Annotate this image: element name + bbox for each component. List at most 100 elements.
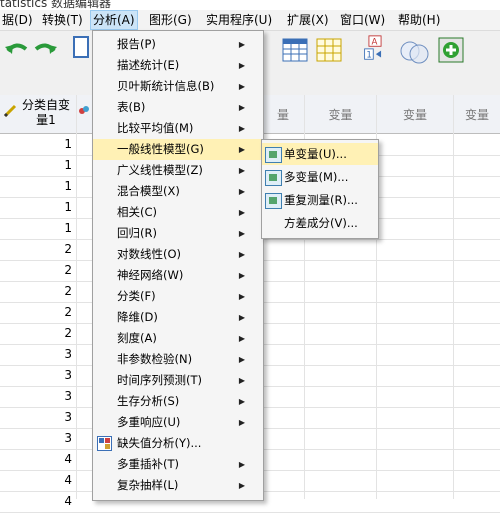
table-cell[interactable]: 2 (0, 326, 72, 340)
menu-item-label: 分类(F) (117, 289, 156, 303)
menu-item-survival[interactable]: 生存分析(S) ▶ (93, 391, 263, 412)
column-header-var-a[interactable]: 量 (262, 95, 305, 133)
menu-item-classify[interactable]: 分类(F) ▶ (93, 286, 263, 307)
menu-item-complex-samples[interactable]: 复杂抽样(L) ▶ (93, 475, 263, 496)
table-cell[interactable]: 3 (0, 368, 72, 382)
column-header-var-c[interactable]: 变量 (377, 95, 454, 133)
table-cell[interactable]: 2 (0, 242, 72, 256)
submenu-arrow-icon: ▶ (238, 40, 245, 49)
menu-item-label: 表(B) (117, 100, 146, 114)
table-cell[interactable]: 1 (0, 200, 72, 214)
table-cell[interactable]: 1 (0, 179, 72, 193)
submenu-arrow-icon: ▶ (238, 82, 245, 91)
column-header-label: 变量 (464, 108, 489, 122)
goto-case-icon[interactable] (72, 35, 90, 61)
menu-item-multiple-imputation[interactable]: 多重插补(T) ▶ (93, 454, 263, 475)
menu-item-multiple-response[interactable]: 多重响应(U) ▶ (93, 412, 263, 433)
menu-item-general-linear-model[interactable]: 一般线性模型(G) ▶ (93, 139, 263, 160)
value-labels-icon[interactable] (316, 37, 342, 63)
menu-item-label: 单变量(U)... (284, 147, 347, 161)
submenu-arrow-icon: ▶ (238, 376, 245, 385)
menu-graphs[interactable]: 图形(G) (147, 10, 194, 30)
undo-icon[interactable] (4, 37, 30, 63)
menu-item-compare-means[interactable]: 比较平均值(M) ▶ (93, 118, 263, 139)
column-header-var2[interactable] (76, 95, 93, 133)
table-cell[interactable]: 2 (0, 284, 72, 298)
table-cell[interactable]: 1 (0, 221, 72, 235)
menu-item-label: 多重响应(U) (117, 415, 181, 429)
submenu-arrow-icon: ▶ (238, 61, 245, 70)
column-header-label: 变量 (402, 108, 427, 122)
menu-item-generalized-linear-models[interactable]: 广义线性模型(Z) ▶ (93, 160, 263, 181)
menu-item-correlate[interactable]: 相关(C) ▶ (93, 202, 263, 223)
menu-help[interactable]: 帮助(H) (396, 10, 442, 30)
table-cell[interactable]: 2 (0, 263, 72, 277)
menu-item-regression[interactable]: 回归(R) ▶ (93, 223, 263, 244)
add-icon[interactable] (438, 37, 464, 63)
table-cell[interactable]: 4 (0, 473, 72, 487)
menu-item-dimension-reduction[interactable]: 降维(D) ▶ (93, 307, 263, 328)
menu-item-label: 广义线性模型(Z) (117, 163, 203, 177)
menu-analyze[interactable]: 分析(A) (90, 10, 138, 30)
split-file-icon[interactable]: A 1 (362, 35, 388, 61)
submenu-arrow-icon: ▶ (238, 460, 245, 469)
menu-item-tables[interactable]: 表(B) ▶ (93, 97, 263, 118)
menu-item-label: 相关(C) (117, 205, 158, 219)
submenu-arrow-icon: ▶ (238, 355, 245, 364)
menu-item-label: 回归(R) (117, 226, 157, 240)
data-grid-icon[interactable] (282, 37, 308, 63)
menu-item-variance-components[interactable]: 方差成分(V)... (262, 212, 378, 234)
menu-transform[interactable]: 转换(T) (40, 10, 85, 30)
menu-item-descriptive-statistics[interactable]: 描述统计(E) ▶ (93, 55, 263, 76)
submenu-arrow-icon: ▶ (238, 397, 245, 406)
menu-item-neural-networks[interactable]: 神经网络(W) ▶ (93, 265, 263, 286)
svg-text:A: A (372, 38, 378, 48)
menu-item-label: 降维(D) (117, 310, 158, 324)
table-cell[interactable]: 1 (0, 158, 72, 172)
table-cell[interactable]: 4 (0, 494, 72, 508)
submenu-arrow-icon: ▶ (238, 418, 245, 427)
submenu-arrow-icon: ▶ (238, 208, 245, 217)
submenu-arrow-icon: ▶ (238, 334, 245, 343)
column-header-var1[interactable]: 分类自变量1 (0, 95, 77, 133)
use-sets-icon[interactable] (398, 39, 432, 65)
menu-window[interactable]: 窗口(W) (338, 10, 387, 30)
menu-item-reports[interactable]: 报告(P) ▶ (93, 34, 263, 55)
menu-item-loglinear[interactable]: 对数线性(O) ▶ (93, 244, 263, 265)
missing-value-icon (97, 436, 112, 451)
submenu-arrow-icon: ▶ (238, 292, 245, 301)
menu-item-missing-value-analysis[interactable]: 缺失值分析(Y)... (93, 433, 263, 454)
submenu-arrow-icon: ▶ (238, 187, 245, 196)
table-cell[interactable]: 2 (0, 305, 72, 319)
menu-utilities[interactable]: 实用程序(U) (204, 10, 274, 30)
menu-item-repeated-measures[interactable]: 重复测量(R)... (262, 189, 378, 211)
analyze-menu: 报告(P) ▶ 描述统计(E) ▶ 贝叶斯统计信息(B) ▶ 表(B) ▶ 比较平均值(… (92, 30, 264, 501)
menu-item-bayesian-statistics[interactable]: 贝叶斯统计信息(B) ▶ (93, 76, 263, 97)
table-cell[interactable]: 3 (0, 410, 72, 424)
table-cell[interactable]: 3 (0, 347, 72, 361)
table-cell[interactable]: 3 (0, 389, 72, 403)
univariate-icon (265, 147, 282, 163)
menu-item-forecasting[interactable]: 时间序列预测(T) ▶ (93, 370, 263, 391)
menu-item-label: 多重插补(T) (117, 457, 179, 471)
menu-item-nonparametric-tests[interactable]: 非参数检验(N) ▶ (93, 349, 263, 370)
table-cell[interactable]: 3 (0, 431, 72, 445)
menu-item-univariate[interactable]: 单变量(U)... (262, 143, 378, 165)
menu-item-multivariate[interactable]: 多变量(M)... (262, 166, 378, 188)
menu-item-mixed-models[interactable]: 混合模型(X) ▶ (93, 181, 263, 202)
menu-data[interactable]: 据(D) (0, 10, 35, 30)
submenu-arrow-icon: ▶ (238, 250, 245, 259)
column-header-var-b[interactable]: 变量 (305, 95, 377, 133)
menu-extensions[interactable]: 扩展(X) (285, 10, 331, 30)
menu-item-label: 神经网络(W) (117, 268, 184, 282)
column-header-label: 量 (276, 108, 289, 122)
scale-ruler-icon (3, 104, 17, 118)
table-cell[interactable]: 4 (0, 452, 72, 466)
redo-icon[interactable] (32, 37, 58, 63)
table-cell[interactable]: 1 (0, 137, 72, 151)
column-header-var-d[interactable]: 变量 (454, 95, 500, 133)
submenu-arrow-icon: ▶ (238, 103, 245, 112)
submenu-arrow-icon: ▶ (238, 229, 245, 238)
menu-item-scale[interactable]: 刻度(A) ▶ (93, 328, 263, 349)
submenu-arrow-icon: ▶ (238, 313, 245, 322)
